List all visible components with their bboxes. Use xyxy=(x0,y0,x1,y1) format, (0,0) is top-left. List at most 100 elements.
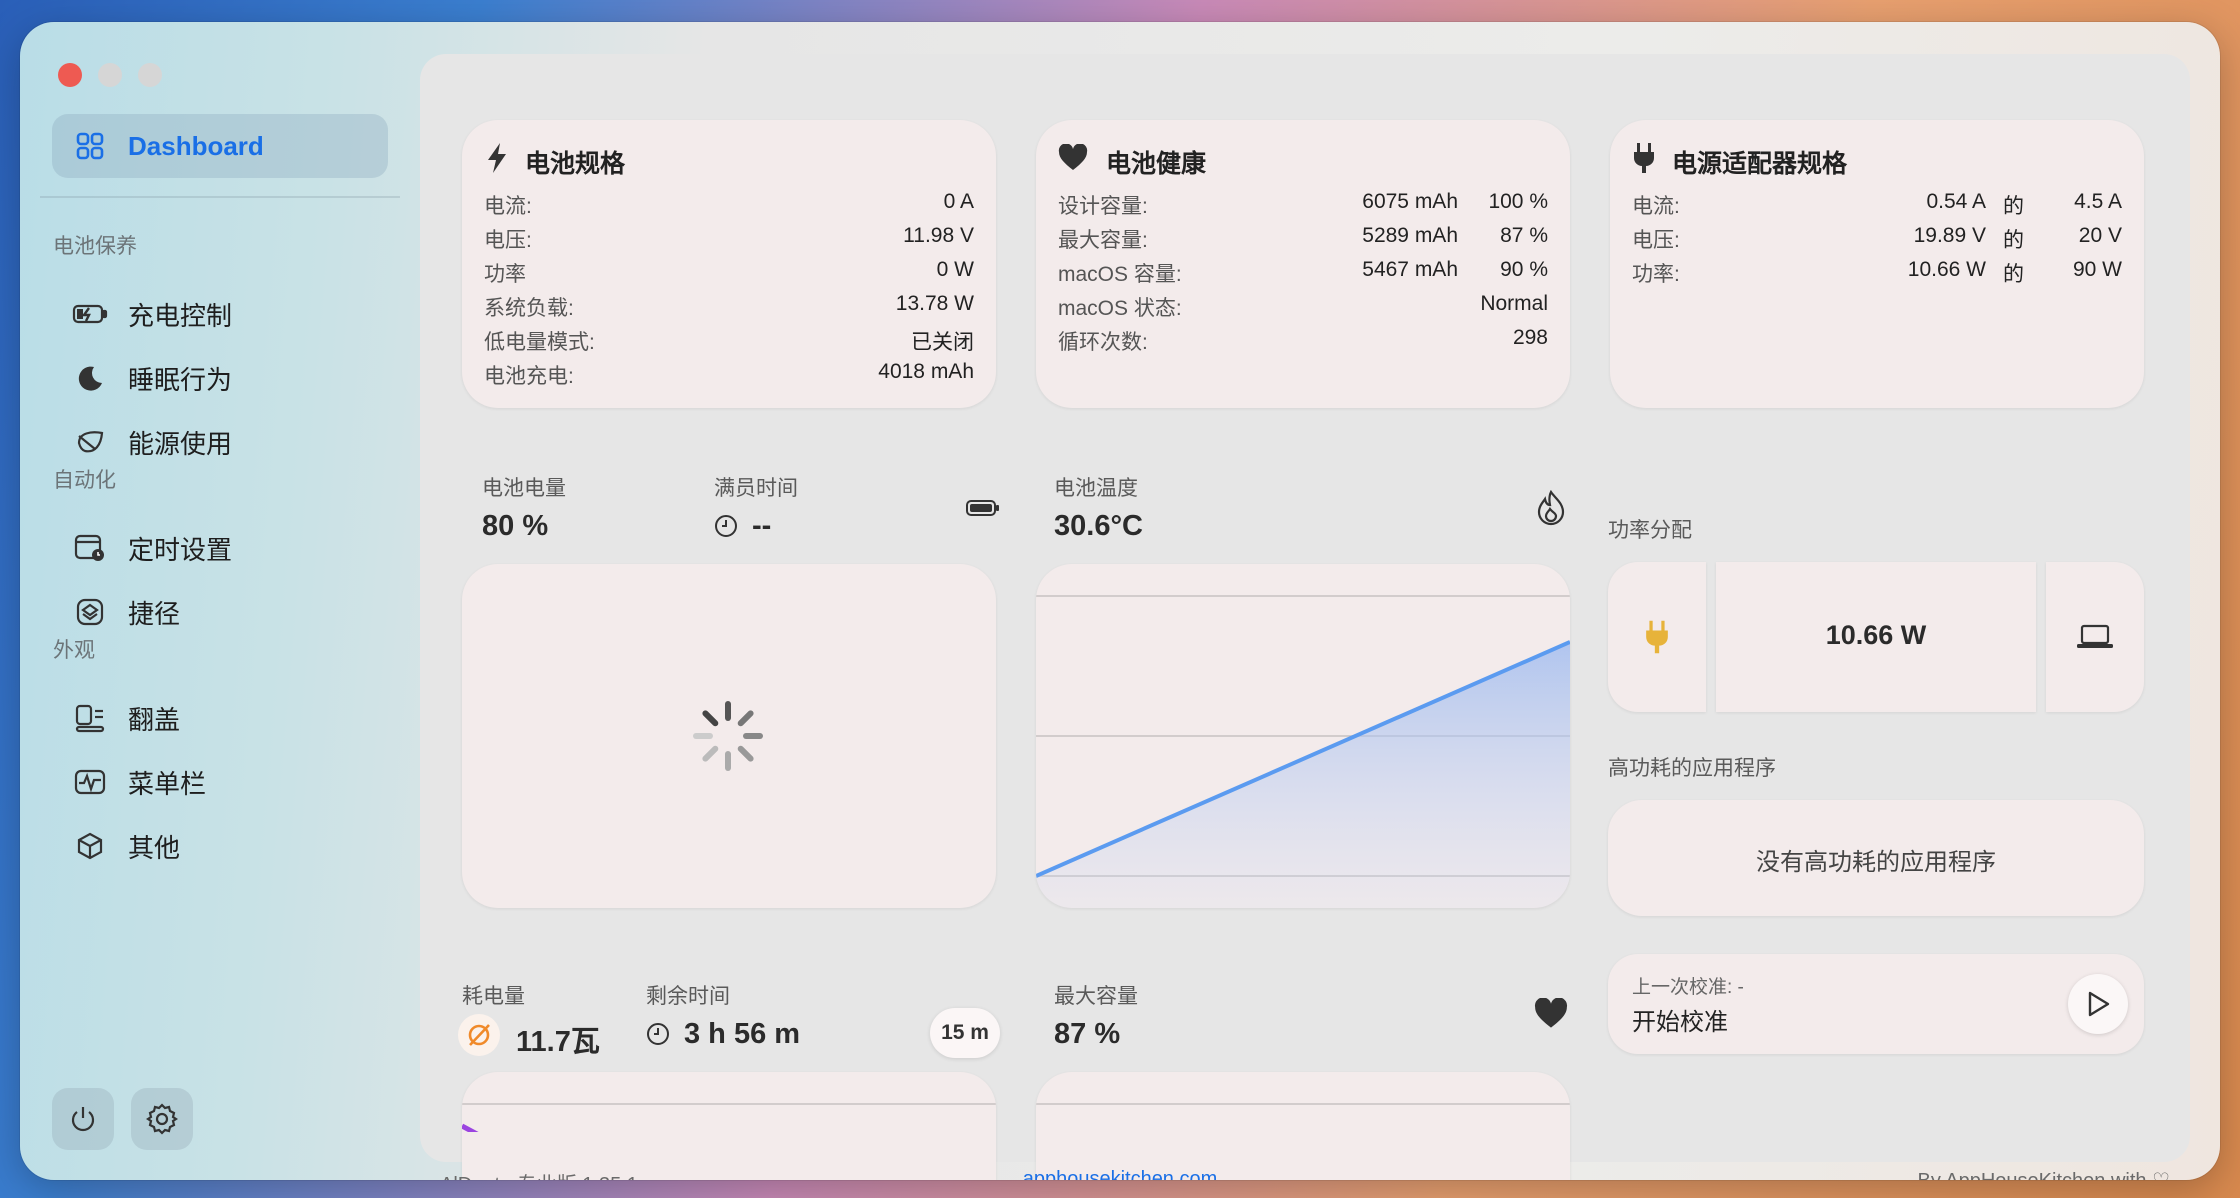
sidebar-item-label: 定时设置 xyxy=(128,534,233,565)
quit-button[interactable] xyxy=(52,1088,114,1150)
waveform-icon xyxy=(72,764,108,800)
row-label: 最大容量: xyxy=(1058,229,1148,252)
minimize-window-button[interactable] xyxy=(98,63,122,87)
card-title: 电池规格 xyxy=(525,150,626,178)
row-value: 298 xyxy=(1512,326,1548,349)
clock-icon xyxy=(647,1023,669,1045)
sidebar-item-label: 捷径 xyxy=(128,598,181,629)
full-time-label: 满员时间 xyxy=(714,477,798,500)
power-value-cell: 10.66 W xyxy=(1716,562,2036,712)
settings-button[interactable] xyxy=(131,1088,193,1150)
health-row: 最大容量: 5289 mAh 87 % xyxy=(1058,224,1548,254)
row-value: 5289 mAh xyxy=(1362,224,1458,247)
of-text: 的 xyxy=(2003,195,2024,218)
row-percent: 87 % xyxy=(1500,224,1548,247)
sidebar-item-label: Dashboard xyxy=(128,130,264,161)
card-title: 电源适配器规格 xyxy=(1672,150,1848,178)
row-percent: 100 % xyxy=(1488,190,1548,213)
app-window: Dashboard 电池保养 充电控制 睡眠行为 能源使用 自动化 定时设置 捷… xyxy=(20,22,2220,1180)
section-appearance: 外观 xyxy=(53,639,95,662)
max-capacity-chart xyxy=(1036,1103,1570,1105)
sidebar-item-menubar[interactable]: 菜单栏 xyxy=(52,754,388,810)
row-label: 低电量模式: xyxy=(484,331,595,354)
charge-label: 电池电量 xyxy=(482,477,566,500)
adapter-row: 电压: 19.89 V 的 20 V xyxy=(1632,224,2122,254)
website-link[interactable]: apphousekitchen.com xyxy=(20,1168,2220,1180)
charge-value: 80 % xyxy=(482,510,549,542)
remaining-value: 3 h 56 m xyxy=(684,1018,801,1050)
sidebar-item-label: 能源使用 xyxy=(128,428,233,459)
max-capacity-chart-card xyxy=(1036,1072,1570,1180)
plug-icon xyxy=(1634,143,1654,173)
sidebar-item-schedule[interactable]: 定时设置 xyxy=(52,520,388,576)
of-text: 的 xyxy=(2003,229,2024,252)
remaining-label: 剩余时间 xyxy=(646,985,730,1008)
health-row: macOS 状态: Normal xyxy=(1058,292,1548,322)
power-dist-label: 功率分配 xyxy=(1608,519,1692,542)
row-value: 4018 mAh xyxy=(878,360,974,383)
card-title: 电池健康 xyxy=(1106,150,1207,178)
row-label: 功率 xyxy=(484,263,526,286)
temp-area xyxy=(1036,642,1570,908)
loading-spinner-icon xyxy=(693,701,763,771)
sidebar-item-dashboard-row[interactable]: Dashboard xyxy=(52,118,388,174)
row-value: 已关闭 xyxy=(911,331,974,354)
power-target-cell xyxy=(2046,562,2144,712)
row-value: 13.78 W xyxy=(895,292,974,315)
row-label: 电压: xyxy=(1632,229,1680,252)
sidebar-item-charge-control[interactable]: 充电控制 xyxy=(52,286,388,342)
dashboard-panel: 电池规格 电流: 0 A 电压: 11.98 V 功率 0 W 系统负载: 13.78 … xyxy=(420,54,2190,1180)
usage-badge xyxy=(458,1014,500,1056)
time-range-button[interactable]: 15 m xyxy=(930,1008,1000,1058)
leaf-icon xyxy=(72,424,108,460)
sidebar-divider xyxy=(40,196,400,198)
usage-value: 11.7瓦 xyxy=(516,1026,600,1058)
sidebar-item-other[interactable]: 其他 xyxy=(52,818,388,874)
sidebar: Dashboard 电池保养 充电控制 睡眠行为 能源使用 自动化 定时设置 捷… xyxy=(20,22,420,1180)
power-adapter-card: 电源适配器规格 电流: 0.54 A 的 4.5 A 电压: 19.89 V 的 20 V … xyxy=(1610,120,2144,408)
sidebar-item-lid[interactable]: 翻盖 xyxy=(52,690,388,746)
of-text: 的 xyxy=(2003,263,2024,286)
sidebar-item-label: 充电控制 xyxy=(128,300,233,331)
row-max: 90 W xyxy=(2072,258,2122,281)
sidebar-item-shortcuts[interactable]: 捷径 xyxy=(52,584,388,640)
start-calibration-button[interactable] xyxy=(2068,974,2128,1034)
lid-icon xyxy=(72,700,108,736)
power-icon xyxy=(71,1107,95,1132)
close-window-button[interactable] xyxy=(58,63,82,87)
calibration-label: 开始校准 xyxy=(1632,1009,1728,1036)
section-automation: 自动化 xyxy=(53,469,116,492)
row-value: 0 W xyxy=(936,258,974,281)
sidebar-item-sleep[interactable]: 睡眠行为 xyxy=(52,350,388,406)
battery-icon xyxy=(966,500,999,516)
hog-apps-card: 没有高功耗的应用程序 xyxy=(1608,800,2144,916)
calibration-card: 上一次校准: - 开始校准 xyxy=(1608,954,2144,1054)
bolt-icon xyxy=(488,143,506,173)
spec-row: 低电量模式: 已关闭 xyxy=(484,326,974,356)
flame-icon xyxy=(1537,490,1565,526)
row-value: 5467 mAh xyxy=(1362,258,1458,281)
health-row: macOS 容量: 5467 mAh 90 % xyxy=(1058,258,1548,288)
section-battery-care: 电池保养 xyxy=(53,235,137,258)
row-label: 电流: xyxy=(484,195,532,218)
row-label: 电流: xyxy=(1632,195,1680,218)
spec-row: 电池充电: 4018 mAh xyxy=(484,360,974,390)
max-capacity-value: 87 % xyxy=(1054,1018,1121,1050)
temp-label: 电池温度 xyxy=(1054,477,1138,500)
grid-icon xyxy=(72,128,108,164)
power-value: 10.66 W xyxy=(1825,620,1927,650)
row-percent: 90 % xyxy=(1500,258,1548,281)
row-label: 功率: xyxy=(1632,263,1680,286)
sidebar-item-energy[interactable]: 能源使用 xyxy=(52,414,388,470)
sidebar-item-label: 翻盖 xyxy=(128,704,181,735)
play-icon xyxy=(2088,991,2110,1017)
shortcuts-icon xyxy=(72,594,108,630)
zoom-window-button[interactable] xyxy=(138,63,162,87)
adapter-row: 功率: 10.66 W 的 90 W xyxy=(1632,258,2122,288)
spec-row: 系统负载: 13.78 W xyxy=(484,292,974,322)
spec-row: 功率 0 W xyxy=(484,258,974,288)
full-time-value: -- xyxy=(752,510,772,542)
temp-chart-card xyxy=(1036,564,1570,908)
row-label: 循环次数: xyxy=(1058,331,1148,354)
row-label: macOS 容量: xyxy=(1058,263,1182,286)
